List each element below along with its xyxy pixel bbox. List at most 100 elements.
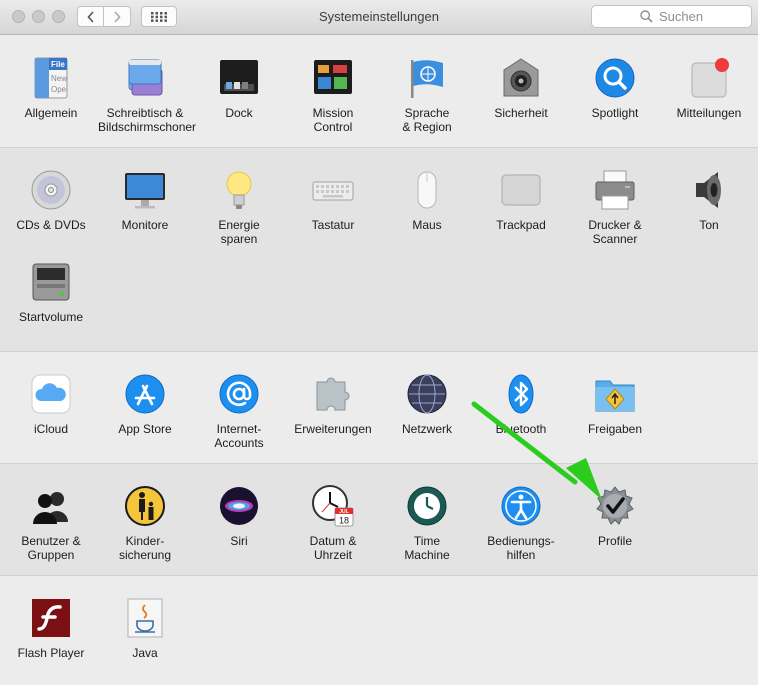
mission-control-icon: [311, 56, 355, 100]
pane-accessibility[interactable]: Bedienungs- hilfen: [474, 484, 568, 562]
pane-icloud[interactable]: iCloud: [4, 372, 98, 436]
pane-label: Sprache & Region: [402, 106, 452, 134]
pane-label: Time Machine: [404, 534, 450, 562]
calendar-month-text: JUL: [339, 509, 348, 515]
pane-label: Profile: [597, 534, 632, 548]
extensions-icon: [311, 372, 355, 416]
pane-flash-player[interactable]: Flash Player: [4, 596, 98, 660]
pane-security[interactable]: Sicherheit: [474, 56, 568, 120]
calendar-day-text: 18: [339, 516, 349, 526]
parental-controls-icon: [123, 484, 167, 528]
pane-siri[interactable]: Siri: [192, 484, 286, 548]
pane-label: Siri: [230, 534, 248, 548]
notifications-icon: [687, 56, 731, 100]
pane-parental-controls[interactable]: Kinder- sicherung: [98, 484, 192, 562]
pane-spotlight[interactable]: Spotlight: [568, 56, 662, 120]
pane-label: Erweiterungen: [294, 422, 372, 436]
desktop-screensaver-icon: [123, 56, 167, 100]
pane-language-region[interactable]: Sprache & Region: [380, 56, 474, 134]
internet-accounts-icon: [217, 372, 261, 416]
pane-desktop-screensaver[interactable]: Schreibtisch & Bildschirmschoner: [98, 56, 197, 134]
general-icon-text-new: New: [51, 74, 67, 83]
pane-label: Spotlight: [591, 106, 639, 120]
language-region-icon: [405, 56, 449, 100]
pane-cd-dvd[interactable]: CDs & DVDs: [4, 168, 98, 232]
pane-startup-disk[interactable]: Startvolume: [4, 260, 98, 324]
pane-label: Allgemein: [24, 106, 78, 120]
pane-app-store[interactable]: App Store: [98, 372, 192, 436]
profiles-icon: [593, 484, 637, 528]
pane-mouse[interactable]: Maus: [380, 168, 474, 232]
section-other: Flash Player Java: [0, 576, 758, 685]
pane-general[interactable]: File New Ope Allgemein: [4, 56, 98, 120]
pane-label: Java: [132, 646, 158, 660]
startup-disk-icon: [29, 260, 73, 304]
users-groups-icon: [29, 484, 73, 528]
pane-profiles[interactable]: Profile: [568, 484, 662, 548]
general-icon-text-file: File: [51, 60, 65, 69]
pane-energy-saver[interactable]: Energie sparen: [192, 168, 286, 246]
mouse-icon: [405, 168, 449, 212]
pane-label: iCloud: [33, 422, 69, 436]
flash-player-icon: [29, 596, 73, 640]
time-machine-icon: [405, 484, 449, 528]
java-icon: [123, 596, 167, 640]
pane-label: Drucker & Scanner: [588, 218, 642, 246]
pane-users-groups[interactable]: Benutzer & Gruppen: [4, 484, 98, 562]
sharing-icon: [593, 372, 637, 416]
title-bar: Systemeinstellungen Suchen: [0, 0, 758, 35]
pane-label: Internet- Accounts: [214, 422, 264, 450]
pane-label: Monitore: [121, 218, 169, 232]
bluetooth-icon: [499, 372, 543, 416]
accessibility-icon: [499, 484, 543, 528]
pane-network[interactable]: Netzwerk: [380, 372, 474, 436]
pane-java[interactable]: Java: [98, 596, 192, 660]
icloud-icon: [29, 372, 73, 416]
pane-sound[interactable]: Ton: [662, 168, 756, 232]
dock-icon: [217, 56, 261, 100]
section-system: Benutzer & Gruppen Kinder- sicherung Sir…: [0, 464, 758, 576]
sound-icon: [687, 168, 731, 212]
section-internet: iCloud App Store Internet- Accounts Erwe…: [0, 352, 758, 464]
pane-date-time[interactable]: JUL 18 Datum & Uhrzeit: [286, 484, 380, 562]
pane-label: Mission Control: [312, 106, 354, 134]
pane-dock[interactable]: Dock: [192, 56, 286, 120]
pane-notifications[interactable]: Mitteilungen: [662, 56, 756, 120]
network-icon: [405, 372, 449, 416]
pane-keyboard[interactable]: Tastatur: [286, 168, 380, 232]
search-placeholder: Suchen: [658, 9, 704, 24]
siri-icon: [217, 484, 261, 528]
pane-bluetooth[interactable]: Bluetooth: [474, 372, 568, 436]
pane-label: Energie sparen: [218, 218, 260, 246]
spotlight-icon: [593, 56, 637, 100]
general-icon: File New Ope: [29, 56, 73, 100]
pane-label: Dock: [225, 106, 253, 120]
search-icon: [640, 10, 653, 23]
pane-label: Bedienungs- hilfen: [487, 534, 555, 562]
pane-label: Bluetooth: [495, 422, 547, 436]
search-field[interactable]: Suchen: [591, 5, 752, 28]
pane-label: Mitteilungen: [676, 106, 742, 120]
cd-dvd-icon: [29, 168, 73, 212]
pane-label: Datum & Uhrzeit: [309, 534, 357, 562]
pane-internet-accounts[interactable]: Internet- Accounts: [192, 372, 286, 450]
pane-label: Maus: [412, 218, 442, 232]
pane-time-machine[interactable]: Time Machine: [380, 484, 474, 562]
pane-sharing[interactable]: Freigaben: [568, 372, 662, 436]
date-time-icon: JUL 18: [311, 484, 355, 528]
pane-mission-control[interactable]: Mission Control: [286, 56, 380, 134]
pane-label: Benutzer & Gruppen: [21, 534, 81, 562]
pane-trackpad[interactable]: Trackpad: [474, 168, 568, 232]
pane-printer-scanner[interactable]: Drucker & Scanner: [568, 168, 662, 246]
keyboard-icon: [311, 168, 355, 212]
pane-displays[interactable]: Monitore: [98, 168, 192, 232]
pane-label: Startvolume: [18, 310, 84, 324]
pane-label: Ton: [699, 218, 719, 232]
pane-extensions[interactable]: Erweiterungen: [286, 372, 380, 436]
pane-label: App Store: [118, 422, 172, 436]
pane-label: Trackpad: [496, 218, 546, 232]
pane-label: Freigaben: [587, 422, 643, 436]
pane-label: Schreibtisch & Bildschirmschoner: [98, 106, 197, 134]
energy-saver-icon: [217, 168, 261, 212]
general-icon-text-open: Ope: [51, 85, 67, 94]
